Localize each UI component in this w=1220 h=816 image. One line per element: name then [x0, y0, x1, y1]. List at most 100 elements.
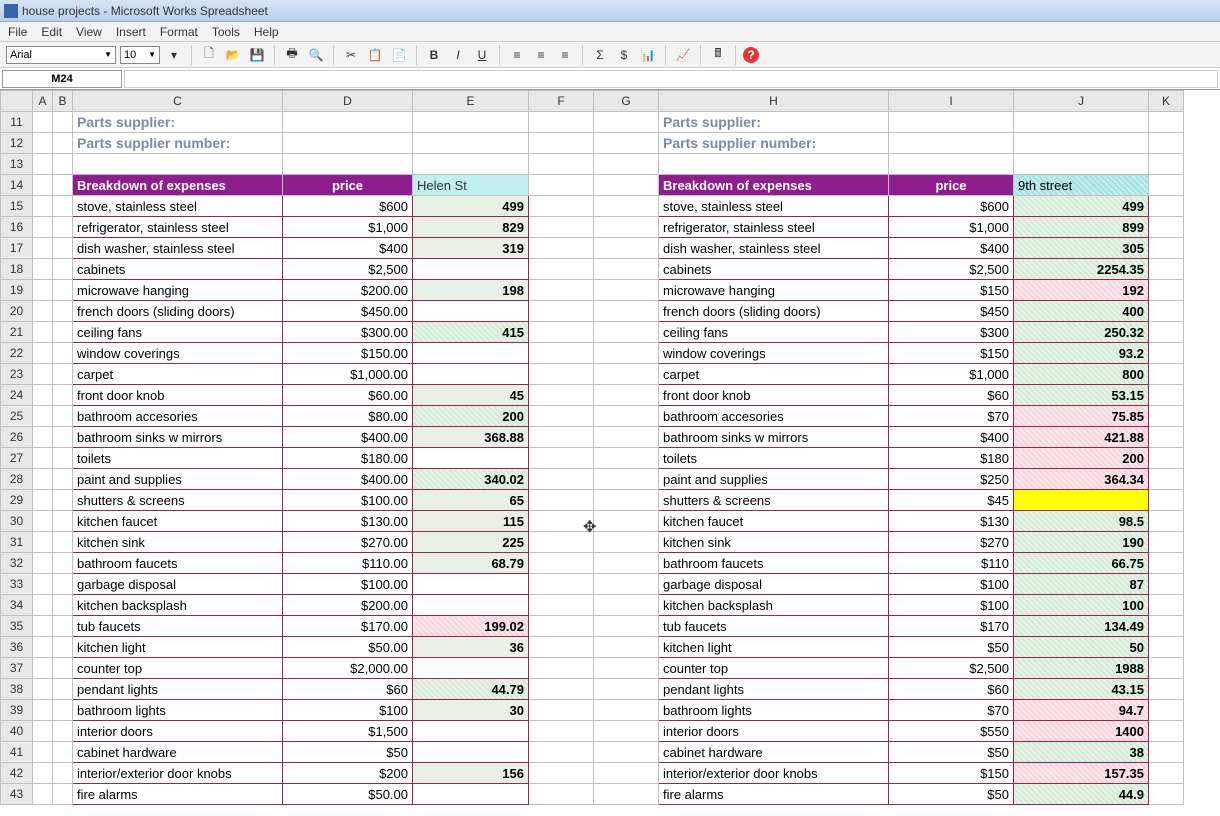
- cell-B41[interactable]: [53, 742, 73, 763]
- font-size-selector[interactable]: 10▼: [120, 46, 160, 64]
- cell-C17[interactable]: dish washer, stainless steel: [73, 238, 283, 259]
- cell-B18[interactable]: [53, 259, 73, 280]
- cell-E28[interactable]: 340.02: [413, 469, 529, 490]
- cell-E22[interactable]: [413, 343, 529, 364]
- cell-D24[interactable]: $60.00: [283, 385, 413, 406]
- row-header-26[interactable]: 26: [1, 427, 33, 448]
- cell-A11[interactable]: [33, 112, 53, 133]
- cell-C21[interactable]: ceiling fans: [73, 322, 283, 343]
- currency-icon[interactable]: $: [614, 45, 634, 65]
- cell-A25[interactable]: [33, 406, 53, 427]
- cell-H12[interactable]: Parts supplier number:: [659, 133, 889, 154]
- cell-B39[interactable]: [53, 700, 73, 721]
- formula-input[interactable]: [124, 70, 1218, 88]
- cell-B23[interactable]: [53, 364, 73, 385]
- cell-D18[interactable]: $2,500: [283, 259, 413, 280]
- cell-G35[interactable]: [594, 616, 659, 637]
- cell-D25[interactable]: $80.00: [283, 406, 413, 427]
- cell-B24[interactable]: [53, 385, 73, 406]
- cell-A13[interactable]: [33, 154, 53, 175]
- cell-I40[interactable]: $550: [889, 721, 1014, 742]
- cell-C41[interactable]: cabinet hardware: [73, 742, 283, 763]
- cell-I11[interactable]: [889, 112, 1014, 133]
- row-header-28[interactable]: 28: [1, 469, 33, 490]
- cell-J22[interactable]: 93.2: [1014, 343, 1149, 364]
- cell-G17[interactable]: [594, 238, 659, 259]
- cell-G37[interactable]: [594, 658, 659, 679]
- cell-A34[interactable]: [33, 595, 53, 616]
- cell-H21[interactable]: ceiling fans: [659, 322, 889, 343]
- cell-F19[interactable]: [529, 280, 594, 301]
- menu-file[interactable]: File: [8, 25, 27, 39]
- cell-D39[interactable]: $100: [283, 700, 413, 721]
- cell-F34[interactable]: [529, 595, 594, 616]
- cell-F41[interactable]: [529, 742, 594, 763]
- cell-H36[interactable]: kitchen light: [659, 637, 889, 658]
- cell-J16[interactable]: 899: [1014, 217, 1149, 238]
- cell-B14[interactable]: [53, 175, 73, 196]
- cut-icon[interactable]: ✂: [341, 45, 361, 65]
- cell-E30[interactable]: 115: [413, 511, 529, 532]
- cell-I18[interactable]: $2,500: [889, 259, 1014, 280]
- cell-I28[interactable]: $250: [889, 469, 1014, 490]
- row-header-37[interactable]: 37: [1, 658, 33, 679]
- cell-F20[interactable]: [529, 301, 594, 322]
- cell-A43[interactable]: [33, 784, 53, 805]
- row-header-25[interactable]: 25: [1, 406, 33, 427]
- row-header-27[interactable]: 27: [1, 448, 33, 469]
- cell-F24[interactable]: [529, 385, 594, 406]
- cell-J35[interactable]: 134.49: [1014, 616, 1149, 637]
- cell-B31[interactable]: [53, 532, 73, 553]
- cell-H17[interactable]: dish washer, stainless steel: [659, 238, 889, 259]
- help-icon[interactable]: ?: [743, 47, 759, 63]
- cell-K27[interactable]: [1149, 448, 1184, 469]
- cell-H33[interactable]: garbage disposal: [659, 574, 889, 595]
- cell-H18[interactable]: cabinets: [659, 259, 889, 280]
- cell-K35[interactable]: [1149, 616, 1184, 637]
- col-header-D[interactable]: D: [283, 91, 413, 112]
- cell-D20[interactable]: $450.00: [283, 301, 413, 322]
- cell-C33[interactable]: garbage disposal: [73, 574, 283, 595]
- cell-K36[interactable]: [1149, 637, 1184, 658]
- cell-D23[interactable]: $1,000.00: [283, 364, 413, 385]
- cell-H29[interactable]: shutters & screens: [659, 490, 889, 511]
- cell-K18[interactable]: [1149, 259, 1184, 280]
- cell-J30[interactable]: 98.5: [1014, 511, 1149, 532]
- cell-A24[interactable]: [33, 385, 53, 406]
- cell-B29[interactable]: [53, 490, 73, 511]
- new-icon[interactable]: 🗋: [199, 45, 219, 65]
- row-header-39[interactable]: 39: [1, 700, 33, 721]
- cell-F39[interactable]: [529, 700, 594, 721]
- cell-J15[interactable]: 499: [1014, 196, 1149, 217]
- row-header-33[interactable]: 33: [1, 574, 33, 595]
- cell-B19[interactable]: [53, 280, 73, 301]
- cell-G22[interactable]: [594, 343, 659, 364]
- cell-J32[interactable]: 66.75: [1014, 553, 1149, 574]
- cell-I22[interactable]: $150: [889, 343, 1014, 364]
- cell-B34[interactable]: [53, 595, 73, 616]
- cell-I43[interactable]: $50: [889, 784, 1014, 805]
- chart-icon[interactable]: 📊: [638, 45, 658, 65]
- cell-D28[interactable]: $400.00: [283, 469, 413, 490]
- cell-E18[interactable]: [413, 259, 529, 280]
- cell-B28[interactable]: [53, 469, 73, 490]
- cell-I14[interactable]: price: [889, 175, 1014, 196]
- cell-K11[interactable]: [1149, 112, 1184, 133]
- cell-H42[interactable]: interior/exterior door knobs: [659, 763, 889, 784]
- cell-E11[interactable]: [413, 112, 529, 133]
- row-header-14[interactable]: 14: [1, 175, 33, 196]
- cell-E31[interactable]: 225: [413, 532, 529, 553]
- cell-G38[interactable]: [594, 679, 659, 700]
- cell-A37[interactable]: [33, 658, 53, 679]
- cell-C43[interactable]: fire alarms: [73, 784, 283, 805]
- cell-C35[interactable]: tub faucets: [73, 616, 283, 637]
- cell-H41[interactable]: cabinet hardware: [659, 742, 889, 763]
- cell-D19[interactable]: $200.00: [283, 280, 413, 301]
- cell-A22[interactable]: [33, 343, 53, 364]
- cell-J43[interactable]: 44.9: [1014, 784, 1149, 805]
- menu-tools[interactable]: Tools: [212, 25, 240, 39]
- cell-E32[interactable]: 68.79: [413, 553, 529, 574]
- cell-J17[interactable]: 305: [1014, 238, 1149, 259]
- cell-F18[interactable]: [529, 259, 594, 280]
- cell-H11[interactable]: Parts supplier:: [659, 112, 889, 133]
